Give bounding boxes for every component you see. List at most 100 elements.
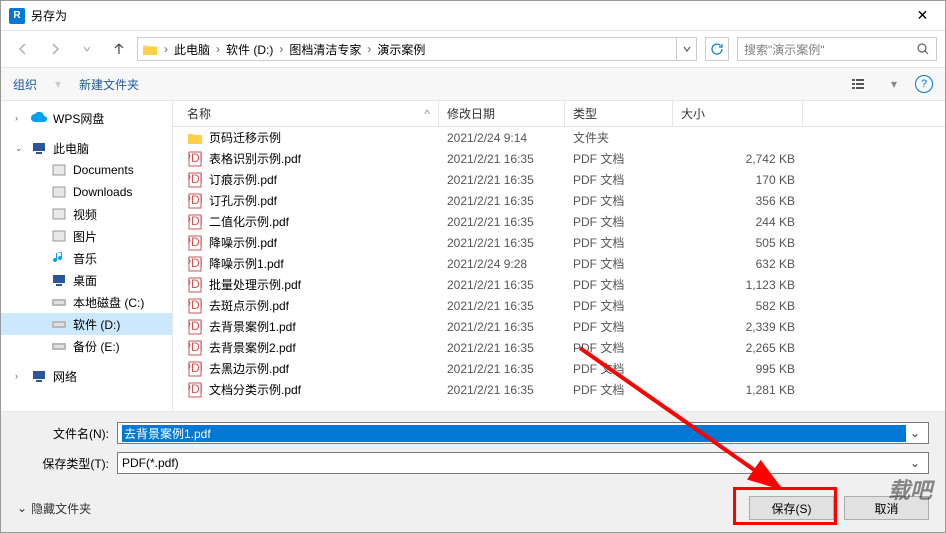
file-row[interactable]: PDF降噪示例1.pdf2021/2/24 9:28PDF 文档632 KB (173, 253, 945, 274)
filetype-value: PDF(*.pdf) (122, 456, 906, 470)
pdf-icon: PDF (187, 256, 203, 272)
recent-dropdown[interactable] (73, 35, 101, 63)
close-button[interactable]: ✕ (900, 1, 945, 31)
file-row[interactable]: PDF表格识别示例.pdf2021/2/21 16:35PDF 文档2,742 … (173, 148, 945, 169)
svg-text:PDF: PDF (188, 277, 202, 291)
svg-text:PDF: PDF (188, 382, 202, 396)
sidebar: ›WPS网盘 ⌄此电脑DocumentsDownloads视频图片音乐桌面本地磁盘… (1, 101, 173, 411)
filetype-label: 保存类型(T): (17, 455, 117, 472)
save-button[interactable]: 保存(S) (749, 496, 834, 520)
breadcrumb-dropdown[interactable] (676, 38, 696, 60)
col-type[interactable]: 类型 (565, 101, 673, 126)
pdf-icon: PDF (187, 319, 203, 335)
thispc-icon (31, 140, 47, 156)
titlebar: R 另存为 ✕ (1, 1, 945, 31)
sidebar-item-music[interactable]: 音乐 (1, 247, 172, 269)
pdf-icon: PDF (187, 235, 203, 251)
breadcrumb-segment[interactable]: 图档清洁专家 (285, 38, 365, 60)
sidebar-item-network[interactable]: ›网络 (1, 365, 172, 387)
desktop-icon (51, 272, 67, 288)
file-row[interactable]: PDF去背景案例2.pdf2021/2/21 16:35PDF 文档2,265 … (173, 337, 945, 358)
organize-button[interactable]: 组织 (13, 76, 37, 93)
col-date[interactable]: 修改日期 (439, 101, 565, 126)
breadcrumb-segment[interactable]: 此电脑 (170, 38, 214, 60)
sidebar-item-video[interactable]: 视频 (1, 203, 172, 225)
forward-button[interactable] (41, 35, 69, 63)
chevron-right-icon: › (365, 42, 373, 56)
sidebar-item-pictures[interactable]: 图片 (1, 225, 172, 247)
svg-text:PDF: PDF (188, 193, 202, 207)
network-icon (31, 368, 47, 384)
sidebar-item-documents[interactable]: Documents (1, 159, 172, 181)
search-input[interactable]: 搜索"演示案例" (737, 37, 937, 61)
localc-icon (51, 294, 67, 310)
file-row[interactable]: PDF去斑点示例.pdf2021/2/21 16:35PDF 文档582 KB (173, 295, 945, 316)
svg-text:PDF: PDF (188, 235, 202, 249)
pdf-icon: PDF (187, 361, 203, 377)
window-title: 另存为 (31, 7, 900, 24)
pdf-icon: PDF (187, 214, 203, 230)
file-row[interactable]: PDF订孔示例.pdf2021/2/21 16:35PDF 文档356 KB (173, 190, 945, 211)
chevron-right-icon: › (162, 42, 170, 56)
pdf-icon: PDF (187, 151, 203, 167)
breadcrumb-segment[interactable]: 演示案例 (373, 38, 429, 60)
search-icon (916, 42, 930, 56)
svg-text:PDF: PDF (188, 151, 202, 165)
filetype-select[interactable]: PDF(*.pdf) ⌄ (117, 452, 929, 474)
help-button[interactable]: ? (915, 75, 933, 93)
hide-folders-link[interactable]: ⌄ 隐藏文件夹 (17, 500, 91, 517)
up-button[interactable] (105, 35, 133, 63)
sidebar-item-desktop[interactable]: 桌面 (1, 269, 172, 291)
sidebar-item-downloads[interactable]: Downloads (1, 181, 172, 203)
file-row[interactable]: PDF文档分类示例.pdf2021/2/21 16:35PDF 文档1,281 … (173, 379, 945, 400)
footer: ⌄ 隐藏文件夹 保存(S) 取消 (1, 484, 945, 532)
svg-text:PDF: PDF (188, 214, 202, 228)
new-folder-button[interactable]: 新建文件夹 (79, 76, 139, 93)
back-button[interactable] (9, 35, 37, 63)
chevron-right-icon: › (277, 42, 285, 56)
col-name[interactable]: 名称^ (179, 101, 439, 126)
pictures-icon (51, 228, 67, 244)
file-row[interactable]: PDF降噪示例.pdf2021/2/21 16:35PDF 文档505 KB (173, 232, 945, 253)
breadcrumb-segment[interactable]: 软件 (D:) (222, 38, 277, 60)
pdf-icon: PDF (187, 382, 203, 398)
breadcrumb[interactable]: › 此电脑 › 软件 (D:) › 图档清洁专家 › 演示案例 (137, 37, 697, 61)
toolbar: 组织 ▾ 新建文件夹 ▾ ? (1, 67, 945, 101)
sidebar-item-backupe[interactable]: 备份 (E:) (1, 335, 172, 357)
svg-text:PDF: PDF (188, 298, 202, 312)
view-options-button[interactable] (847, 73, 873, 95)
refresh-button[interactable] (705, 37, 729, 61)
save-form: 文件名(N): 去背景案例1.pdf ⌄ 保存类型(T): PDF(*.pdf)… (1, 411, 945, 484)
chevron-down-icon[interactable]: ⌄ (906, 426, 924, 440)
backupe-icon (51, 338, 67, 354)
pdf-icon: PDF (187, 277, 203, 293)
pdf-icon: PDF (187, 172, 203, 188)
video-icon (51, 206, 67, 222)
downloads-icon (51, 184, 67, 200)
cancel-button[interactable]: 取消 (844, 496, 929, 520)
navbar: › 此电脑 › 软件 (D:) › 图档清洁专家 › 演示案例 搜索"演示案例" (1, 31, 945, 67)
sidebar-item-wps[interactable]: ›WPS网盘 (1, 107, 172, 129)
svg-text:PDF: PDF (188, 340, 202, 354)
documents-icon (51, 162, 67, 178)
chevron-right-icon: › (214, 42, 222, 56)
app-icon: R (9, 8, 25, 24)
file-row[interactable]: 页码迁移示例2021/2/24 9:14文件夹 (173, 127, 945, 148)
search-placeholder: 搜索"演示案例" (744, 41, 916, 58)
file-row[interactable]: PDF批量处理示例.pdf2021/2/21 16:35PDF 文档1,123 … (173, 274, 945, 295)
file-row[interactable]: PDF订痕示例.pdf2021/2/21 16:35PDF 文档170 KB (173, 169, 945, 190)
filename-label: 文件名(N): (17, 425, 117, 442)
filename-input[interactable]: 去背景案例1.pdf ⌄ (117, 422, 929, 444)
svg-text:PDF: PDF (188, 256, 202, 270)
sidebar-item-softd[interactable]: 软件 (D:) (1, 313, 172, 335)
col-size[interactable]: 大小 (673, 101, 803, 126)
sidebar-item-thispc[interactable]: ⌄此电脑 (1, 137, 172, 159)
folder-icon (187, 130, 203, 146)
file-row[interactable]: PDF二值化示例.pdf2021/2/21 16:35PDF 文档244 KB (173, 211, 945, 232)
sidebar-item-localc[interactable]: 本地磁盘 (C:) (1, 291, 172, 313)
file-row[interactable]: PDF去背景案例1.pdf2021/2/21 16:35PDF 文档2,339 … (173, 316, 945, 337)
chevron-down-icon[interactable]: ⌄ (906, 456, 924, 470)
music-icon (51, 250, 67, 266)
file-row[interactable]: PDF去黑边示例.pdf2021/2/21 16:35PDF 文档995 KB (173, 358, 945, 379)
pdf-icon: PDF (187, 340, 203, 356)
